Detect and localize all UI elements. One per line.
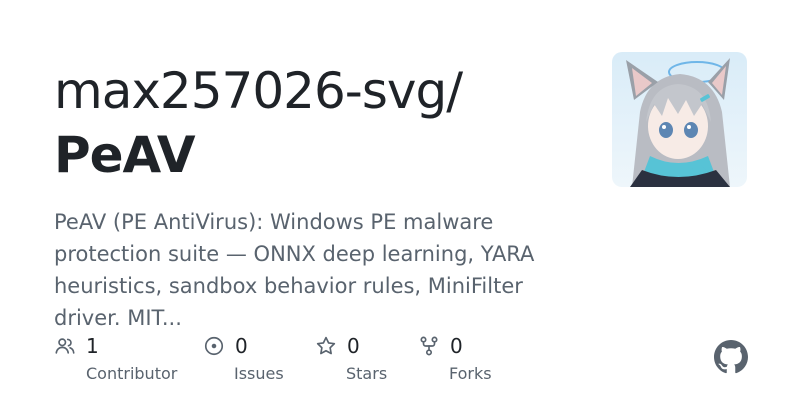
repo-owner: max257026-svg/	[54, 62, 463, 120]
people-icon	[54, 335, 76, 357]
fork-icon	[418, 335, 440, 357]
issues-count: 0	[235, 334, 248, 358]
forks-count: 0	[450, 334, 463, 358]
stars-label: Stars	[346, 364, 388, 383]
issue-circle-icon	[203, 335, 225, 357]
repo-description: PeAV (PE AntiVirus): Windows PE malware …	[54, 210, 535, 330]
issues-stat[interactable]: 0 Issues	[203, 334, 284, 386]
owner-avatar	[612, 52, 747, 187]
issues-label: Issues	[234, 364, 284, 383]
github-icon[interactable]	[714, 340, 748, 374]
star-icon	[315, 335, 337, 357]
contributors-label: Contributor	[86, 364, 178, 383]
forks-stat[interactable]: 0 Forks	[418, 334, 492, 386]
stars-stat[interactable]: 0 Stars	[315, 334, 387, 386]
repo-name: PeAV	[54, 126, 196, 184]
contributors-stat[interactable]: 1 Contributor	[54, 334, 177, 386]
contributors-count: 1	[86, 334, 99, 358]
stars-count: 0	[347, 334, 360, 358]
forks-label: Forks	[449, 364, 492, 383]
